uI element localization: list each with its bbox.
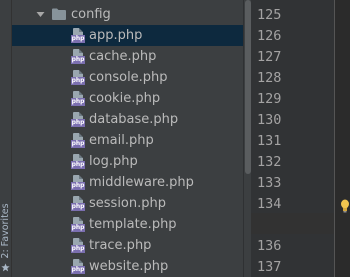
file-name: email.php (89, 133, 154, 148)
tree-file-item[interactable]: php session.php (12, 193, 243, 214)
php-file-icon: php (70, 217, 86, 232)
tree-file-item[interactable]: php cache.php (12, 46, 243, 67)
php-file-icon: php (70, 70, 86, 85)
tree-file-item[interactable]: php middleware.php (12, 172, 243, 193)
file-name: database.php (89, 112, 179, 127)
line-number: 132 (257, 154, 282, 170)
line-number: 129 (257, 91, 282, 107)
php-file-icon: php (70, 259, 86, 274)
line-number: 136 (257, 238, 282, 254)
php-file-icon: php (70, 175, 86, 190)
tree-scrollbar[interactable] (243, 0, 251, 277)
chevron-down-icon[interactable] (36, 10, 45, 19)
file-name: console.php (89, 70, 168, 85)
file-name: cookie.php (89, 91, 161, 106)
editor-gutter: 125126127128129130131132133134135136137 (251, 0, 334, 277)
tree-file-item[interactable]: php website.php (12, 256, 243, 277)
code-area[interactable] (335, 0, 350, 277)
tree-file-item[interactable]: php log.php (12, 151, 243, 172)
folder-icon (52, 8, 66, 20)
php-file-icon: php (70, 133, 86, 148)
php-file-icon: php (70, 91, 86, 106)
tree-file-item[interactable]: php database.php (12, 109, 243, 130)
lightbulb-icon[interactable] (340, 199, 350, 213)
folder-name: config (71, 7, 111, 22)
file-name: log.php (89, 154, 138, 169)
line-number: 128 (257, 70, 282, 86)
tree-file-item[interactable]: php app.php (12, 25, 243, 46)
tree-file-item[interactable]: php email.php (12, 130, 243, 151)
line-number: 134 (257, 196, 282, 212)
project-tree[interactable]: config php app.php php cache.php php console.… (12, 0, 243, 277)
tree-file-item[interactable]: php template.php (12, 214, 243, 235)
php-file-icon: php (70, 112, 86, 127)
line-number: 131 (257, 133, 282, 149)
php-file-icon: php (70, 154, 86, 169)
tree-file-item[interactable]: php console.php (12, 67, 243, 88)
line-number: 137 (257, 259, 282, 275)
file-name: website.php (89, 259, 169, 274)
line-number: 125 (257, 7, 282, 23)
star-icon (1, 263, 10, 272)
tree-file-item[interactable]: php trace.php (12, 235, 243, 256)
line-number: 130 (257, 112, 282, 128)
line-number: 127 (257, 49, 282, 65)
line-number: 126 (257, 28, 282, 44)
php-file-icon: php (70, 49, 86, 64)
tree-file-item[interactable]: php cookie.php (12, 88, 243, 109)
php-file-icon: php (70, 196, 86, 211)
tree-folder-config[interactable]: config (12, 4, 243, 25)
file-name: trace.php (89, 238, 152, 253)
file-name: session.php (89, 196, 166, 211)
favorites-tool-strip[interactable]: 2: Favorites (0, 0, 12, 277)
php-file-icon: php (70, 238, 86, 253)
file-name: middleware.php (89, 175, 194, 190)
file-name: app.php (89, 28, 143, 43)
file-name: template.php (89, 217, 177, 232)
php-file-icon: php (70, 28, 86, 43)
file-name: cache.php (89, 49, 157, 64)
line-number: 133 (257, 175, 282, 191)
